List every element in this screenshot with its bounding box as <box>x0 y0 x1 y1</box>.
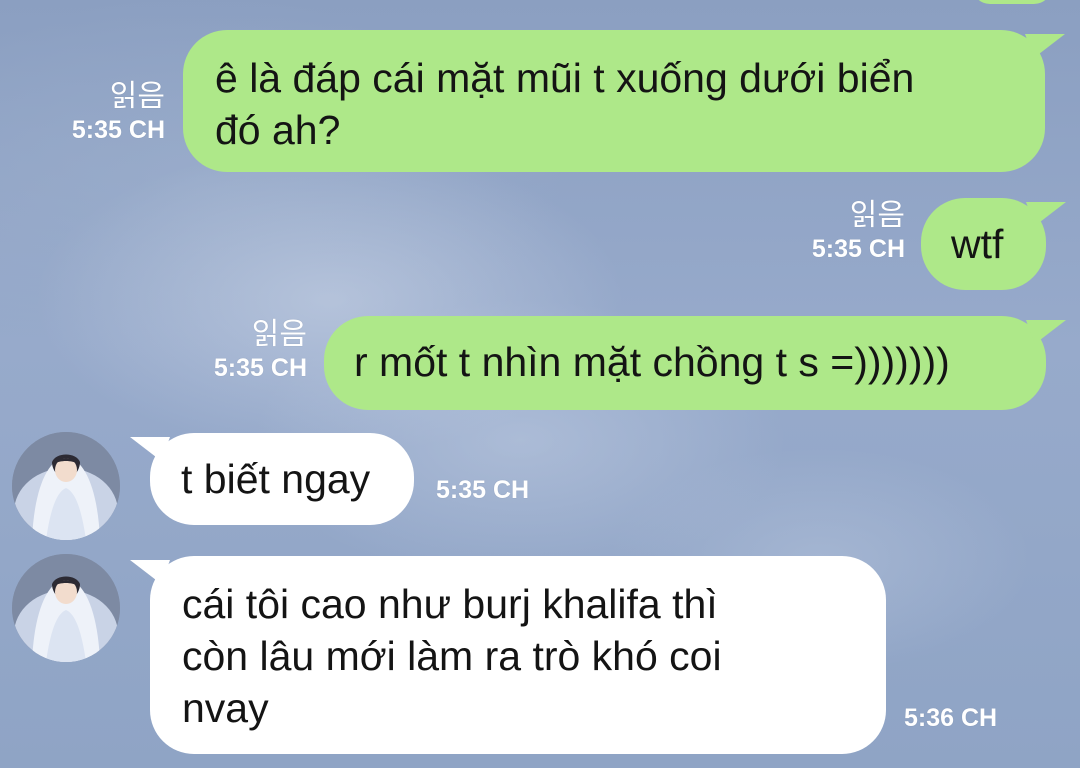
message-text-line: nvay <box>182 685 269 731</box>
message-text-line: wtf <box>951 221 1004 267</box>
message-meta: 5:35 CH <box>436 474 529 506</box>
sent-message-bubble[interactable]: r mốt t nhìn mặt chồng t s =))))))) <box>324 316 1046 410</box>
message-time: 5:36 CH <box>904 704 998 732</box>
message-text-line: ê là đáp cái mặt mũi t xuống dưới biển <box>215 55 915 101</box>
message-meta: 5:36 CH <box>904 702 997 734</box>
message-time: 5:35 CH <box>71 116 165 144</box>
received-message-bubble[interactable]: t biết ngay <box>150 433 414 525</box>
contact-avatar[interactable] <box>12 554 120 662</box>
message-text-line: còn lâu mới làm ra trò khó coi <box>182 633 722 679</box>
message-text-line: r mốt t nhìn mặt chồng t s =))))))) <box>354 339 950 385</box>
avatar-photo-icon <box>12 432 120 540</box>
message-time: 5:35 CH <box>213 354 307 382</box>
message-time: 5:35 CH <box>811 235 905 263</box>
message-text-line: cái tôi cao như burj khalifa thì <box>182 581 718 627</box>
message-time: 5:35 CH <box>436 476 530 504</box>
message-meta: 읽음 5:35 CH <box>72 80 165 146</box>
contact-avatar[interactable] <box>12 432 120 540</box>
read-receipt: 읽음 <box>109 79 165 114</box>
read-receipt: 읽음 <box>849 198 905 233</box>
sent-message-bubble[interactable]: ê là đáp cái mặt mũi t xuống dưới biển đ… <box>183 30 1045 172</box>
message-text-line: t biết ngay <box>181 456 371 502</box>
avatar-photo-icon <box>12 554 120 662</box>
sent-message-bubble[interactable]: wtf <box>921 198 1046 290</box>
message-meta: 읽음 5:35 CH <box>214 318 307 384</box>
message-meta: 읽음 5:35 CH <box>812 199 905 265</box>
message-text-line: đó ah? <box>215 107 341 153</box>
read-receipt: 읽음 <box>251 317 307 352</box>
received-message-bubble[interactable]: cái tôi cao như burj khalifa thì còn lâu… <box>150 556 886 754</box>
